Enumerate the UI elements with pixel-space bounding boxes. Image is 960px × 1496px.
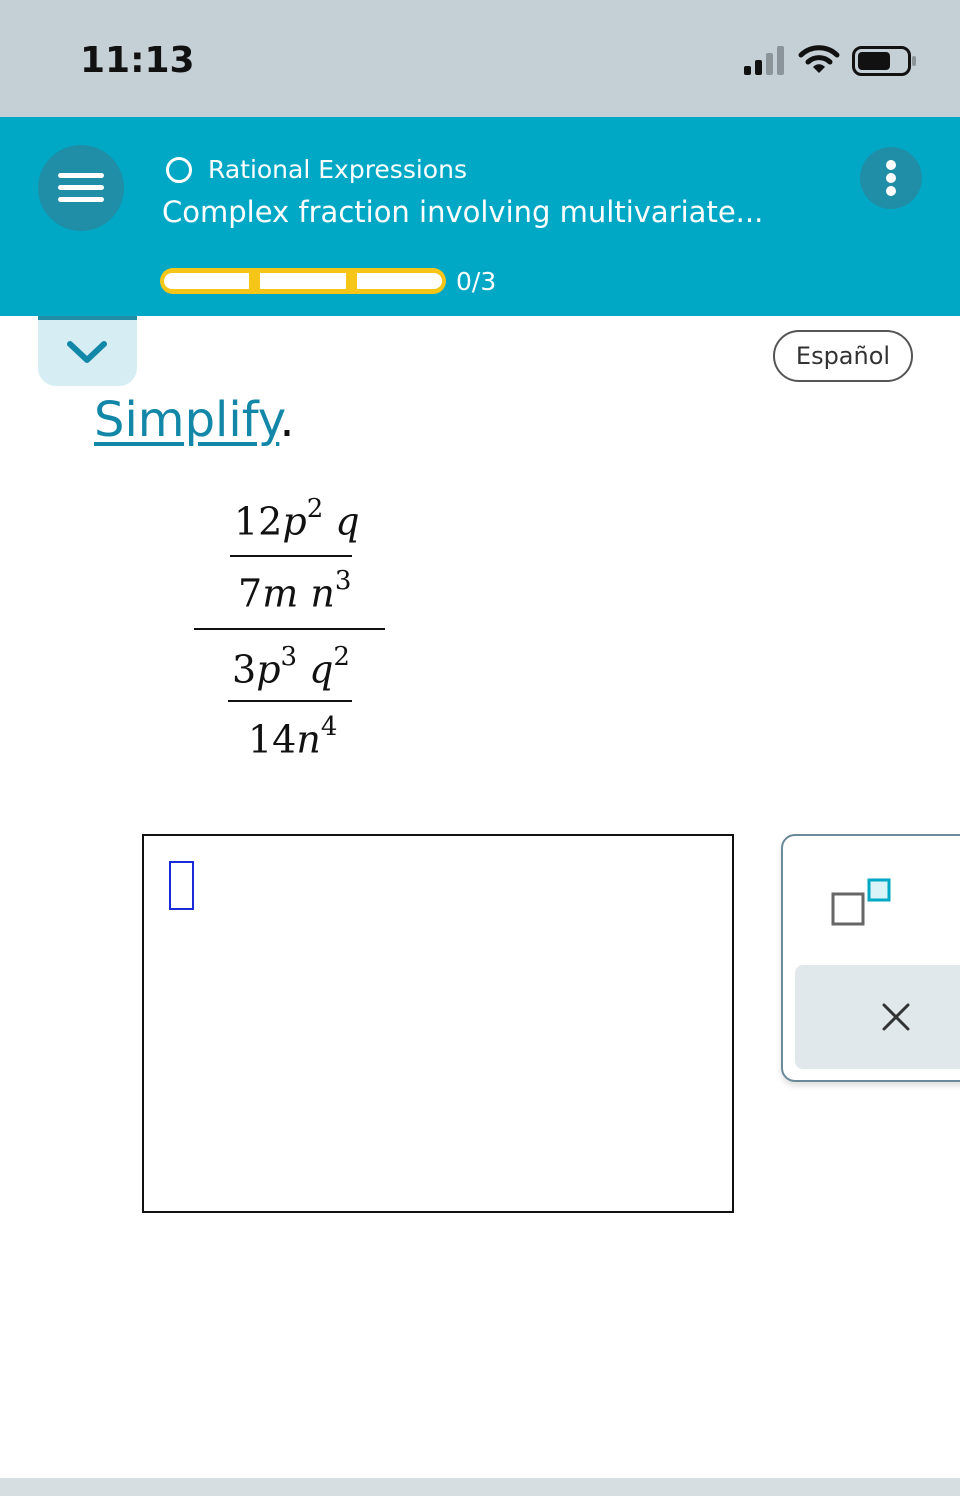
clear-button[interactable] xyxy=(795,965,960,1069)
simplify-link[interactable]: Simplify xyxy=(94,392,279,448)
fraction-bar-lower xyxy=(228,700,352,702)
wifi-icon xyxy=(798,45,840,73)
battery-icon xyxy=(852,46,916,76)
bottom-strip xyxy=(0,1478,960,1496)
progress-segment xyxy=(260,273,346,289)
more-options-button[interactable] xyxy=(860,147,922,209)
chevron-down-icon xyxy=(67,341,107,363)
status-time: 11:13 xyxy=(80,40,195,81)
superscript-icon xyxy=(831,878,891,926)
lesson-header: Rational Expressions Complex fraction in… xyxy=(0,117,960,316)
progress-segment xyxy=(356,273,442,289)
status-circle-icon xyxy=(166,156,192,183)
upper-numerator: 12p2 q xyxy=(234,494,360,544)
collapse-toggle[interactable] xyxy=(38,316,137,386)
signal-icon xyxy=(744,46,784,75)
language-toggle-button[interactable]: Español xyxy=(773,330,913,382)
close-icon xyxy=(882,1003,910,1031)
problem-instruction: Simplify. xyxy=(94,392,295,448)
progress-segment xyxy=(164,273,250,289)
topic-row: Rational Expressions xyxy=(166,155,467,184)
answer-input[interactable] xyxy=(142,834,734,1213)
lower-denominator: 14n4 xyxy=(248,712,338,762)
math-tool-palette xyxy=(781,834,960,1082)
topic-label: Rational Expressions xyxy=(208,155,467,184)
superscript-button[interactable] xyxy=(827,874,897,930)
instruction-period: . xyxy=(279,392,295,448)
menu-button[interactable] xyxy=(38,145,124,231)
fraction-bar-main xyxy=(194,628,385,630)
progress-bar xyxy=(160,268,446,294)
fraction-bar-upper xyxy=(230,555,352,557)
input-cursor-placeholder[interactable] xyxy=(169,861,194,910)
lesson-title: Complex fraction involving multivariate.… xyxy=(162,195,764,229)
status-bar: 11:13 xyxy=(0,0,960,117)
progress-text: 0/3 xyxy=(456,267,497,296)
upper-denominator: 7m n3 xyxy=(238,566,352,616)
lower-numerator: 3p3 q2 xyxy=(232,642,350,692)
